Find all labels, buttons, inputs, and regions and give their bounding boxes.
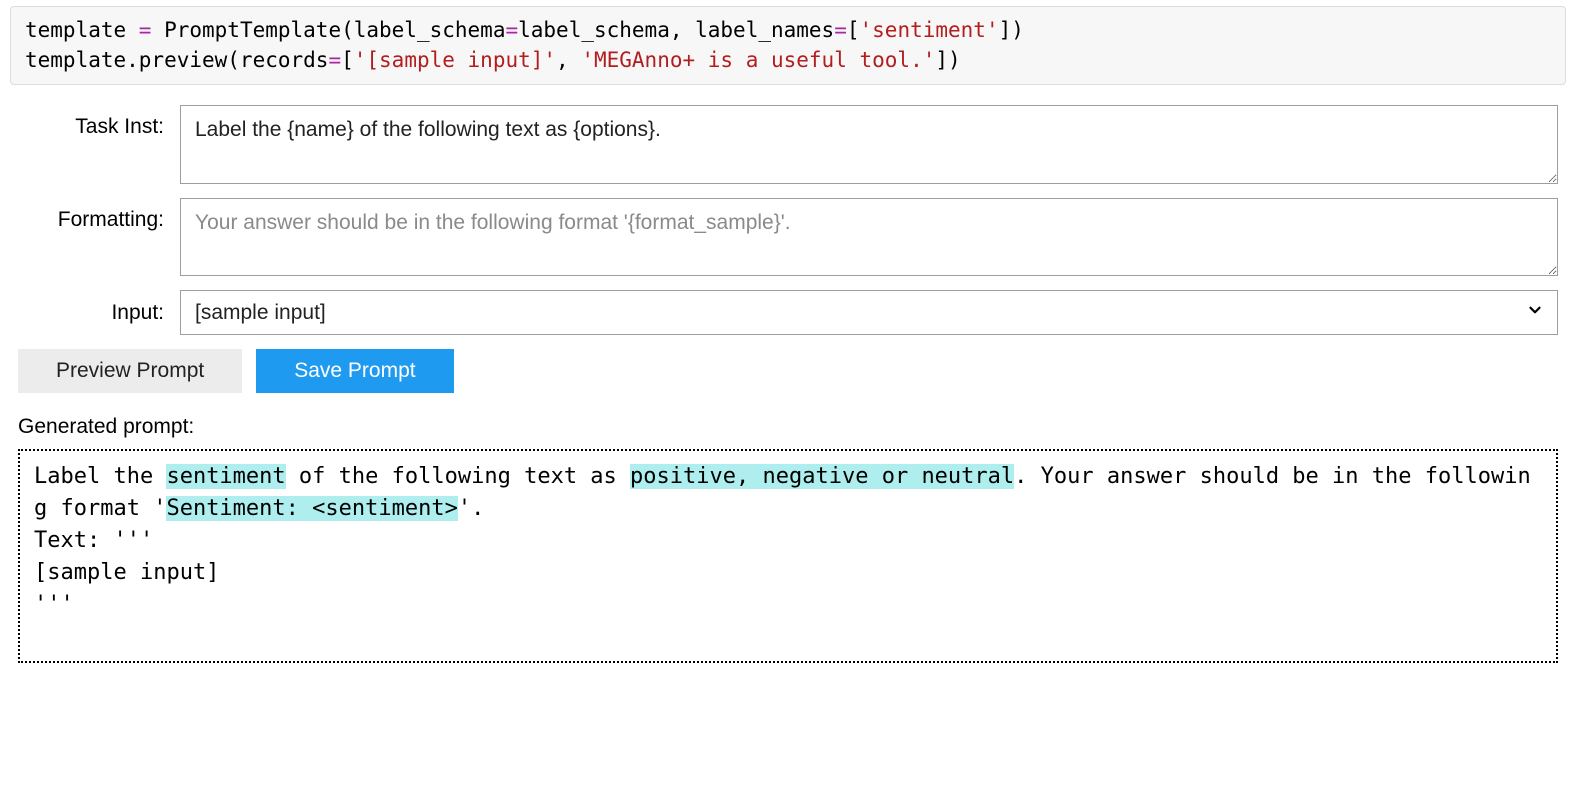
formatting-label: Formatting: bbox=[18, 198, 180, 232]
save-prompt-button[interactable]: Save Prompt bbox=[256, 349, 453, 393]
code-cell: template = PromptTemplate(label_schema=l… bbox=[10, 6, 1566, 85]
task-inst-input[interactable]: Label the {name} of the following text a… bbox=[180, 105, 1558, 184]
highlight-options: positive, negative or neutral bbox=[630, 464, 1014, 489]
input-select[interactable]: [sample input] bbox=[180, 290, 1558, 335]
task-inst-label: Task Inst: bbox=[18, 105, 180, 139]
code-line-2: template.preview(records=['[sample input… bbox=[25, 48, 961, 72]
generated-prompt-label: Generated prompt: bbox=[18, 415, 1558, 439]
preview-prompt-button[interactable]: Preview Prompt bbox=[18, 349, 242, 393]
formatting-input[interactable] bbox=[180, 198, 1558, 277]
highlight-sentiment: sentiment bbox=[166, 464, 285, 489]
generated-prompt-output: Label the sentiment of the following tex… bbox=[18, 449, 1558, 662]
code-line-1: template = PromptTemplate(label_schema=l… bbox=[25, 18, 1024, 42]
highlight-format: Sentiment: <sentiment> bbox=[166, 496, 457, 521]
input-label: Input: bbox=[18, 301, 180, 325]
